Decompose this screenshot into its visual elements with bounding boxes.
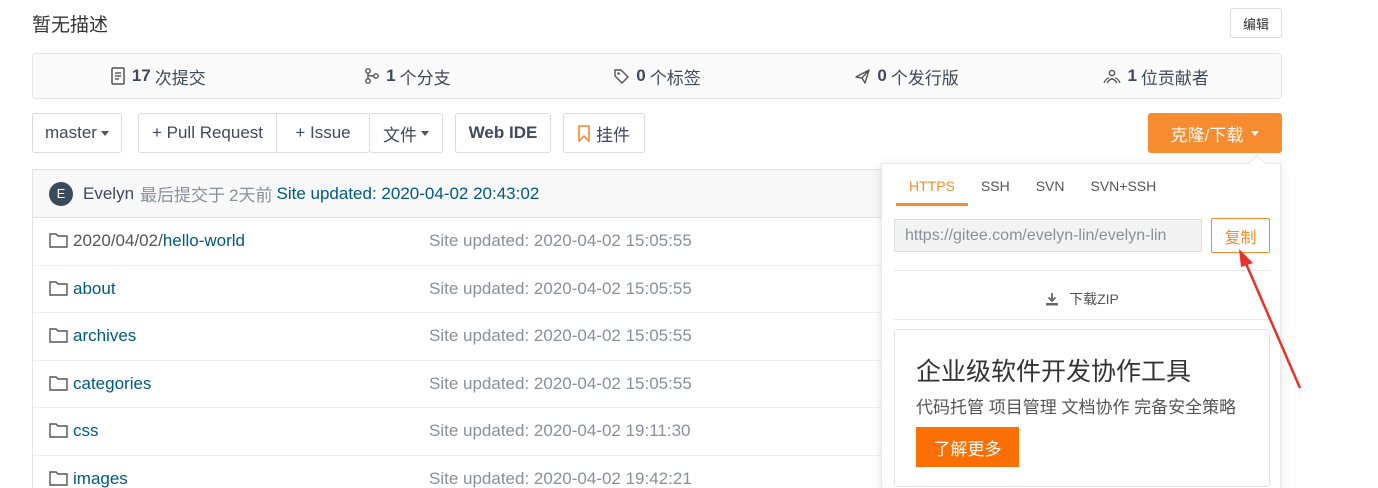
stat-tags-count: 0 [636, 66, 646, 85]
commit-message[interactable]: Site updated: 2020-04-02 20:43:02 [277, 184, 540, 204]
file-name-label: images [73, 468, 128, 488]
file-name[interactable]: 2020/04/02/hello-world [73, 231, 245, 251]
commit-prefix: 最后提交于 [140, 186, 226, 205]
folder-icon [49, 233, 68, 248]
chevron-down-icon [421, 130, 429, 136]
widget-button[interactable]: 挂件 [563, 113, 645, 153]
file-name[interactable]: categories [73, 374, 151, 394]
files-dropdown-label: 文件 [383, 125, 417, 145]
repo-description-row: 暂无描述 编辑 [32, 8, 1282, 38]
clone-download-button[interactable]: 克隆/下载 [1148, 113, 1282, 153]
repo-description: 暂无描述 [32, 15, 109, 36]
file-name[interactable]: archives [73, 326, 136, 346]
stat-commits-count: 17 [131, 66, 151, 85]
bookmark-icon [578, 124, 590, 142]
branch-select-label: master [45, 123, 97, 142]
file-commit-message[interactable]: Site updated: 2020-04-02 19:11:30 [429, 421, 691, 441]
latest-commit-bar: E Evelyn 最后提交于 2天前 Site updated: 2020-04… [33, 170, 912, 218]
branch-icon [365, 68, 380, 84]
file-name-label: archives [73, 326, 137, 346]
stat-contributors-count: 1 [1127, 66, 1137, 85]
tab-https[interactable]: HTTPS [896, 174, 968, 206]
stat-contributors-label: 位贡献者 [1140, 68, 1209, 88]
stat-releases-count: 0 [877, 66, 887, 85]
download-zip-label: 下载ZIP [1069, 291, 1119, 307]
annotation-arrow-icon [1239, 249, 1302, 389]
clone-dropdown-panel: HTTPS SSH SVN SVN+SSH https://gitee.com/… [881, 154, 1282, 488]
download-icon [1046, 293, 1059, 306]
stat-releases-label: 个发行版 [890, 68, 959, 88]
file-name-label: categories [73, 373, 152, 393]
file-name-label: css [73, 421, 99, 441]
contributors-icon [1103, 69, 1121, 83]
files-dropdown[interactable]: 文件 [369, 113, 443, 153]
issue-button[interactable]: + Issue [277, 114, 369, 152]
file-commit-message[interactable]: Site updated: 2020-04-02 19:42:21 [429, 469, 692, 488]
pr-issue-group: + Pull Request + Issue [138, 113, 370, 153]
file-name[interactable]: css [73, 421, 99, 441]
commit-author[interactable]: Evelyn [83, 184, 134, 204]
file-name[interactable]: about [73, 279, 116, 299]
stat-branches-label: 个分支 [399, 68, 451, 88]
stat-tags-label: 个标签 [649, 68, 701, 88]
folder-icon [49, 470, 68, 486]
tab-svn[interactable]: SVN [1023, 174, 1078, 206]
stat-releases[interactable]: 0 个发行版 [782, 64, 1032, 89]
file-name-label: about [73, 278, 116, 298]
divider [894, 270, 1270, 271]
repo-stats-bar: 17 次提交 1 个分支 0 个标签 0 个发行版 1 位贡献者 [32, 53, 1282, 99]
download-zip-link[interactable]: 下载ZIP [882, 284, 1282, 314]
widget-label: 挂件 [596, 125, 630, 145]
file-commit-message[interactable]: Site updated: 2020-04-02 15:05:55 [429, 374, 692, 394]
stat-contributors[interactable]: 1 位贡献者 [1031, 64, 1281, 89]
folder-icon [49, 375, 68, 391]
folder-icon [49, 280, 68, 296]
stat-commits-label: 次提交 [154, 68, 206, 88]
chevron-down-icon [100, 130, 109, 136]
file-commit-message[interactable]: Site updated: 2020-04-02 15:05:55 [429, 279, 692, 299]
divider [894, 319, 1270, 320]
file-row[interactable]: categories Site updated: 2020-04-02 15:05… [33, 361, 912, 408]
file-commit-message[interactable]: Site updated: 2020-04-02 15:05:55 [429, 326, 692, 346]
file-list: E Evelyn 最后提交于 2天前 Site updated: 2020-04… [32, 169, 912, 488]
branch-select[interactable]: master [32, 113, 122, 153]
dropdown-pointer [1248, 154, 1266, 172]
tag-icon [614, 68, 630, 84]
avatar[interactable]: E [49, 181, 73, 206]
tab-ssh[interactable]: SSH [968, 174, 1023, 206]
file-row[interactable]: images Site updated: 2020-04-02 19:42:21 [33, 456, 912, 488]
clone-protocol-tabs: HTTPS SSH SVN SVN+SSH [896, 174, 1169, 206]
chevron-down-icon [1251, 130, 1260, 136]
edit-description-button[interactable]: 编辑 [1230, 8, 1282, 38]
folder-icon [49, 423, 68, 438]
folder-icon [49, 328, 68, 343]
enterprise-promo-card: 企业级软件开发协作工具 代码托管 项目管理 文档协作 完备安全策略 了解更多 [894, 329, 1270, 487]
stat-branches-count: 1 [386, 66, 396, 85]
web-ide-button[interactable]: Web IDE [455, 113, 551, 153]
file-name-label: hello-world [162, 231, 246, 251]
tab-svn-ssh[interactable]: SVN+SSH [1077, 174, 1169, 206]
stat-branches[interactable]: 1 个分支 [283, 64, 533, 89]
promo-title: 企业级软件开发协作工具 [916, 358, 1192, 386]
file-row[interactable]: about Site updated: 2020-04-02 15:05:55 [33, 266, 912, 313]
repo-toolbar: master + Pull Request + Issue 文件 Web IDE… [32, 113, 1282, 153]
file-row[interactable]: css Site updated: 2020-04-02 19:11:30 [33, 408, 912, 456]
release-icon [855, 68, 871, 84]
file-name[interactable]: images [73, 469, 128, 488]
pull-request-button[interactable]: + Pull Request [139, 114, 277, 152]
file-row[interactable]: archives Site updated: 2020-04-02 15:05:5… [33, 313, 912, 361]
learn-more-button[interactable]: 了解更多 [916, 427, 1019, 467]
clone-download-label: 克隆/下载 [1170, 125, 1244, 145]
file-row[interactable]: 2020/04/02/hello-world Site updated: 2020… [33, 218, 912, 266]
stat-commits[interactable]: 17 次提交 [33, 64, 283, 89]
clone-url-input[interactable]: https://gitee.com/evelyn-lin/evelyn-lin [894, 219, 1202, 252]
promo-subtitle: 代码托管 项目管理 文档协作 完备安全策略 [916, 398, 1237, 417]
commits-icon [111, 67, 125, 85]
file-commit-message[interactable]: Site updated: 2020-04-02 15:05:55 [429, 231, 692, 251]
file-path-prefix: 2020/04/02/ [73, 231, 163, 251]
stat-tags[interactable]: 0 个标签 [532, 64, 782, 89]
commit-time: 2天前 [229, 186, 273, 205]
